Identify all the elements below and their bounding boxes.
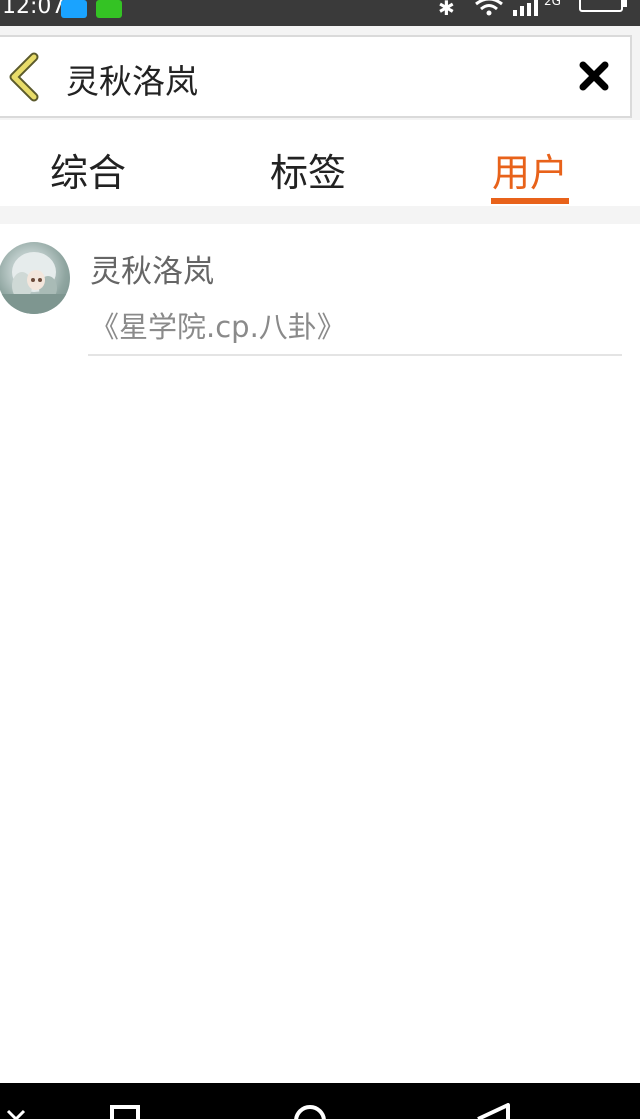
tab-tags[interactable]: 标签	[270, 142, 346, 197]
close-icon[interactable]	[577, 59, 611, 93]
search-header: 灵秋洛岚	[0, 26, 640, 120]
status-time: 12:07	[2, 0, 66, 19]
tab-users[interactable]: 用户	[492, 142, 568, 197]
avatar[interactable]	[0, 242, 70, 314]
search-box: 灵秋洛岚	[0, 35, 632, 118]
recent-apps-icon[interactable]	[108, 1105, 142, 1119]
tab-bar: 综合 标签 用户	[0, 120, 640, 206]
navigation-bar	[0, 1083, 640, 1119]
hide-keyboard-icon[interactable]	[4, 1107, 28, 1119]
tab-comprehensive[interactable]: 综合	[50, 142, 126, 197]
battery-icon	[579, 0, 627, 12]
search-input[interactable]: 灵秋洛岚	[66, 55, 198, 103]
active-tab-indicator	[491, 198, 569, 204]
divider	[88, 354, 622, 356]
signal-icon	[513, 0, 538, 16]
section-divider	[0, 206, 640, 224]
status-bar: 12:07 ✱ 2G	[0, 0, 640, 26]
bluetooth-icon: ✱	[438, 0, 455, 20]
wifi-icon	[475, 0, 503, 16]
qq-icon	[61, 0, 87, 18]
wechat-icon	[96, 0, 122, 18]
user-signature: 《星学院.cp.八卦》	[90, 310, 346, 344]
user-name: 灵秋洛岚	[90, 254, 214, 290]
network-type-label: 2G	[544, 0, 561, 8]
home-icon[interactable]	[290, 1103, 330, 1119]
back-icon[interactable]	[474, 1103, 514, 1119]
list-item-user[interactable]: 灵秋洛岚 《星学院.cp.八卦》	[0, 224, 640, 358]
chevron-left-icon[interactable]	[4, 51, 44, 103]
